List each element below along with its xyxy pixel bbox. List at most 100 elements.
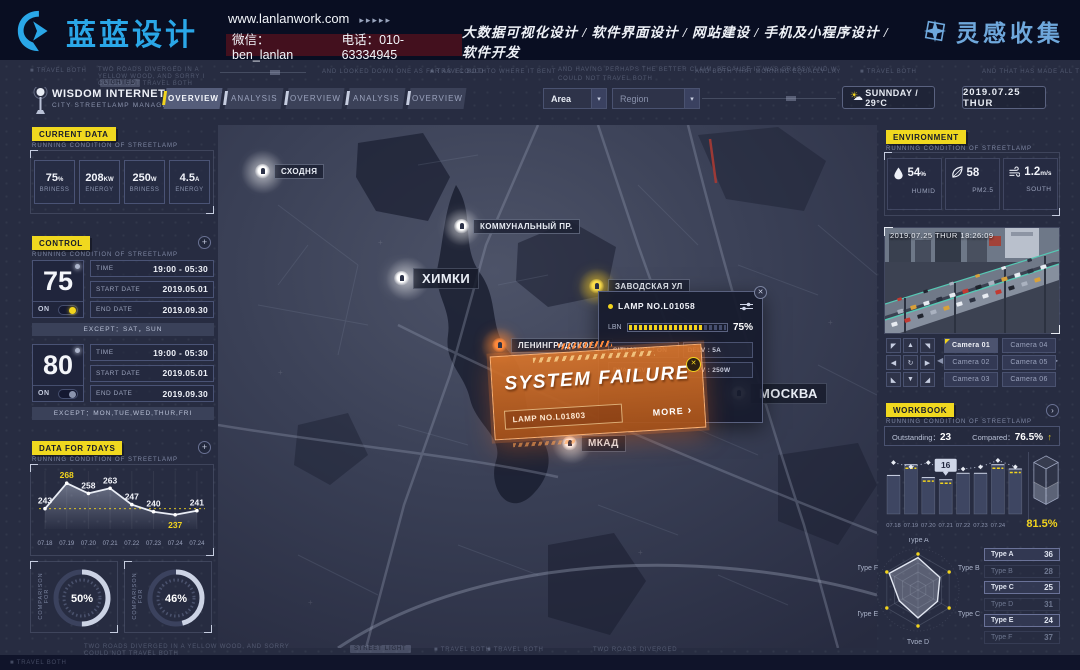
prev-camera-arrow[interactable]: ◀ (937, 356, 943, 365)
camera-dpad: ◤ ▲ ◥ ◀ ↻ ▶ ◣ ▼ ◢ (886, 338, 935, 387)
chevron-down-icon: ▾ (684, 89, 699, 108)
wind-card: 1.2m/s SOUTH (1003, 158, 1058, 210)
type-d-row[interactable]: Type D31 (984, 598, 1060, 611)
region-select[interactable]: Region ▾ (612, 88, 700, 109)
environment-cards: 54% HUMID 58 PM2.5 1.2m/s SOUTH (884, 152, 1060, 216)
status-dot (608, 304, 613, 309)
brightness-box: 80 ON (32, 344, 84, 402)
svg-text:07.20: 07.20 (81, 541, 97, 547)
alert-close-icon[interactable]: ✕ (686, 357, 701, 372)
decor-text: ■ TRAVEL BOTH (10, 660, 67, 666)
arrows-decor: ▸▸▸▸▸ (359, 15, 392, 25)
tab-overview-3[interactable]: OVERVIEW (408, 88, 467, 109)
start-date-row[interactable]: START DATE2019.05.01 (90, 281, 214, 298)
add-control-button[interactable]: + (198, 236, 211, 249)
pan-up-right-button[interactable]: ◥ (920, 338, 935, 353)
current-data-subtitle: RUNNING CONDITION OF STREETLAMP (32, 143, 178, 149)
metric-card-energy: 208KWENERGY (79, 160, 120, 204)
svg-text:247: 247 (125, 492, 139, 502)
droplet-icon (893, 166, 904, 180)
date-widget: 2019.07.25 THUR (962, 86, 1046, 109)
area-select-value: Area (551, 94, 571, 104)
logo-text: 蓝蓝设计 (66, 10, 198, 54)
end-date-row[interactable]: END DATE2019.09.30 (90, 385, 214, 402)
sliders-icon[interactable] (740, 302, 753, 311)
tab-overview-1[interactable]: OVERVIEW (164, 88, 223, 109)
weather-widget: ☀☁ SUNNDAY / 29°C (842, 86, 935, 109)
power-toggle[interactable] (58, 389, 78, 399)
decor-text: TWO ROADS DIVERGED IN A YELLOW WOOD, AND… (84, 644, 290, 650)
type-b-row[interactable]: Type B28 (984, 565, 1060, 578)
region-select-value: Region (620, 94, 649, 104)
pan-down-button[interactable]: ▼ (903, 372, 918, 387)
power-toggle[interactable] (58, 305, 78, 315)
divider (1028, 452, 1029, 526)
lamp-pin-icon (394, 271, 409, 286)
pan-right-button[interactable]: ▶ (920, 355, 935, 370)
pan-up-button[interactable]: ▲ (903, 338, 918, 353)
reset-view-button[interactable]: ↻ (903, 355, 918, 370)
camera-01-button[interactable]: Camera 01 (944, 338, 998, 353)
type-radar-chart: Type AType BType CType DType EType F (858, 538, 986, 644)
tab-overview-2[interactable]: OVERVIEW (286, 88, 345, 109)
pan-left-button[interactable]: ◀ (886, 355, 901, 370)
map-area[interactable]: +++++ СХОДНЯ КОММУНАЛЬНЫЙ ПР. ХИМКИ ЗАВО… (218, 125, 877, 648)
cube-percentage: 81.5% (1020, 518, 1064, 530)
lbn-value: 75% (733, 322, 753, 333)
camera-04-button[interactable]: Camera 04 (1002, 338, 1056, 353)
close-icon[interactable]: ✕ (754, 286, 767, 299)
pan-down-right-button[interactable]: ◢ (920, 372, 935, 387)
lamp-pin-icon (492, 338, 507, 353)
type-a-row[interactable]: Type A36 (984, 548, 1060, 561)
camera-05-button[interactable]: Camera 05 (1002, 355, 1056, 370)
add-chart-button[interactable]: + (198, 441, 211, 454)
start-date-row[interactable]: START DATE2019.05.01 (90, 365, 214, 382)
svg-text:243: 243 (38, 496, 52, 506)
sparkle-icon (922, 18, 948, 44)
weather-text: SUNNDAY / 29°C (865, 88, 927, 108)
time-row[interactable]: TIME19:00 - 05:30 (90, 344, 214, 361)
svg-text:07.21: 07.21 (938, 523, 953, 529)
tab-analysis-2[interactable]: ANALYSIS (347, 88, 406, 109)
decor-text: COULD NOT TRAVEL BOTH (558, 76, 653, 82)
svg-text:07.19: 07.19 (59, 541, 75, 547)
svg-text:46%: 46% (165, 593, 187, 605)
control-group-1: 75 ON TIME19:00 - 05:30 START DATE2019.0… (30, 260, 214, 340)
pan-up-left-button[interactable]: ◤ (886, 338, 901, 353)
map-label-skhodnya[interactable]: СХОДНЯ (255, 164, 324, 179)
workbook-expand-button[interactable]: › (1046, 404, 1059, 417)
except-days: EXCEPT：MON,TUE,WED,THUR,FRI (32, 407, 214, 420)
services-text: 大数据可视化设计 / 软件界面设计 / 网站建设 / 手机及小程序设计 / 软件… (462, 21, 902, 61)
map-label-khimki[interactable]: ХИМКИ (394, 268, 479, 289)
more-button[interactable]: MORE› (652, 404, 692, 418)
svg-text:258: 258 (81, 480, 95, 490)
svg-text:50%: 50% (71, 593, 93, 605)
type-f-row[interactable]: Type F37 (984, 631, 1060, 644)
svg-text:240: 240 (146, 499, 160, 509)
bulb-icon (75, 264, 80, 269)
bulb-icon (75, 348, 80, 353)
control-badge: CONTROL (32, 236, 90, 250)
camera-06-button[interactable]: Camera 06 (1002, 372, 1056, 387)
decor-text: AND THAT HAS MADE ALL THE DIFFERENCE (982, 69, 1080, 75)
tab-analysis-1[interactable]: ANALYSIS (225, 88, 284, 109)
svg-text:16: 16 (941, 460, 951, 470)
time-row[interactable]: TIME19:00 - 05:30 (90, 260, 214, 277)
phone-text: 电话：010-63334945 (342, 29, 456, 62)
map-label-kommunalny[interactable]: КОММУНАЛЬНЫЙ ПР. (454, 219, 580, 234)
pan-down-left-button[interactable]: ◣ (886, 372, 901, 387)
website-link[interactable]: www.lanlanwork.com (228, 11, 349, 26)
camera-03-button[interactable]: Camera 03 (944, 372, 998, 387)
svg-text:Type F: Type F (858, 565, 878, 572)
except-days: EXCEPT：SAT，SUN (32, 323, 214, 336)
area-select[interactable]: Area ▾ (543, 88, 607, 109)
camera-02-button[interactable]: Camera 02 (944, 355, 998, 370)
end-date-row[interactable]: END DATE2019.09.30 (90, 301, 214, 318)
svg-text:07.23: 07.23 (146, 541, 162, 547)
camera-video-panel (884, 227, 1060, 334)
collect-link[interactable]: 灵感收集 (922, 14, 1064, 48)
trend-up-icon: ↑ (1048, 432, 1053, 442)
type-c-row[interactable]: Type C25 (984, 581, 1060, 594)
type-e-row[interactable]: Type E24 (984, 614, 1060, 627)
svg-text:07.24: 07.24 (991, 523, 1006, 529)
